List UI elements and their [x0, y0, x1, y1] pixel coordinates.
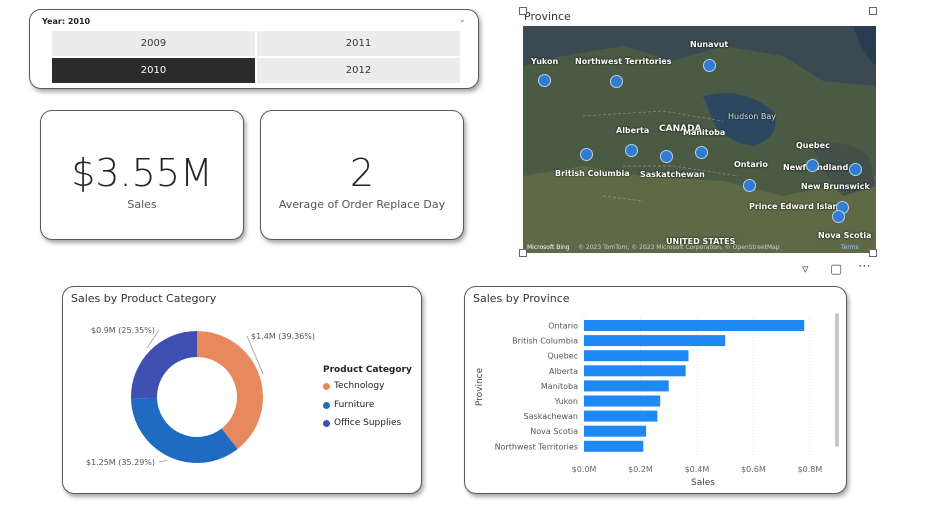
- map-label: Alberta: [616, 126, 650, 135]
- bing-logo: Microsoft Bing: [527, 244, 570, 251]
- x-tick-label: $0.0M: [572, 465, 597, 474]
- map-bubble[interactable]: [832, 210, 845, 223]
- bar[interactable]: [584, 425, 647, 437]
- focus-mode-icon[interactable]: ▢: [830, 262, 842, 277]
- y-tick-label: Manitoba: [541, 382, 578, 391]
- y-tick-label: British Columbia: [512, 337, 578, 346]
- y-tick-label: Northwest Territories: [495, 442, 578, 451]
- map-bubble[interactable]: [660, 150, 673, 163]
- donut-legend-title: Product Category: [323, 365, 412, 375]
- map-canvas[interactable]: Nunavut Yukon Northwest Territories Huds…: [523, 26, 876, 253]
- map-bubble[interactable]: [538, 74, 551, 87]
- year-slicer: Year: 2010 ⌄ 2009 2011 2010 2012: [29, 9, 479, 89]
- map-attribution: © 2023 TomTom, © 2023 Microsoft Corporat…: [578, 244, 780, 251]
- kpi-card-sales[interactable]: $3.55M Sales: [40, 110, 244, 240]
- x-axis-title: Sales: [691, 478, 715, 488]
- bar[interactable]: [584, 365, 686, 377]
- y-tick-label: Yukon: [554, 397, 578, 406]
- map-label: Quebec: [796, 141, 830, 150]
- leader-line: [158, 459, 168, 463]
- map-bubble[interactable]: [743, 179, 756, 192]
- y-tick-label: Nova Scotia: [530, 427, 578, 436]
- slicer-header: Year: 2010: [42, 17, 91, 26]
- legend-item-technology[interactable]: Technology: [323, 381, 384, 391]
- map-label: New Brunswick: [801, 182, 870, 191]
- bar[interactable]: [584, 320, 805, 331]
- filter-icon[interactable]: ▿: [802, 262, 809, 277]
- year-button-2012[interactable]: 2012: [257, 58, 460, 83]
- kpi-replace-value: 2: [349, 151, 375, 195]
- map-bubble[interactable]: [625, 144, 638, 157]
- donut-chart-card[interactable]: Sales by Product Category $1.4M (39.36%)…: [62, 286, 422, 494]
- map-label: British Columbia: [555, 169, 630, 178]
- map-label: Saskatchewan: [640, 170, 705, 179]
- bar[interactable]: [584, 440, 644, 452]
- legend-dot: [323, 419, 330, 427]
- scrollbar[interactable]: [835, 313, 839, 447]
- x-tick-label: $0.4M: [685, 465, 710, 474]
- bar[interactable]: [584, 395, 661, 407]
- kpi-card-replace-day[interactable]: 2 Average of Order Replace Day: [260, 110, 464, 240]
- legend-label: Office Supplies: [334, 418, 402, 428]
- donut-chart[interactable]: $1.4M (39.36%) $1.25M (35.29%) $0.9M (25.3…: [63, 287, 423, 495]
- resize-handle[interactable]: [869, 7, 877, 15]
- data-label: $1.25M (35.29%): [86, 458, 155, 467]
- x-tick-label: $0.2M: [628, 465, 653, 474]
- more-options-icon[interactable]: ⋯: [858, 259, 871, 274]
- kpi-sales-value: $3.55M: [71, 151, 213, 195]
- y-axis-title: Province: [475, 367, 485, 406]
- map-bubble[interactable]: [703, 59, 716, 72]
- map-terms-link[interactable]: Terms: [841, 244, 859, 251]
- x-tick-label: $0.8M: [798, 465, 823, 474]
- year-button-2010[interactable]: 2010: [52, 58, 255, 83]
- bar[interactable]: [584, 350, 689, 362]
- y-tick-label: Quebec: [547, 352, 578, 361]
- x-tick-label: $0.6M: [741, 465, 766, 474]
- y-tick-label: Alberta: [549, 367, 578, 376]
- bar[interactable]: [584, 335, 726, 347]
- bar[interactable]: [584, 410, 658, 422]
- map-label: Ontario: [734, 160, 768, 169]
- resize-handle[interactable]: [519, 7, 527, 15]
- kpi-sales-label: Sales: [127, 198, 157, 211]
- data-label: $0.9M (25.35%): [91, 326, 155, 335]
- bar[interactable]: [584, 380, 669, 392]
- map-label: Nova Scotia: [818, 231, 872, 240]
- map-label: Prince Edward Island: [749, 202, 844, 211]
- map-bubble[interactable]: [695, 146, 708, 159]
- map-bubble[interactable]: [849, 163, 862, 176]
- bar-chart-card[interactable]: Sales by Province $0.0M $0.2M $0.4M $0.6M $0…: [464, 286, 847, 494]
- legend-label: Technology: [334, 381, 385, 391]
- map-label: Nunavut: [690, 40, 729, 49]
- kpi-replace-label: Average of Order Replace Day: [278, 198, 446, 211]
- bar-chart[interactable]: $0.0M $0.2M $0.4M $0.6M $0.8M Ontario British …: [465, 287, 848, 495]
- donut-slice[interactable]: [131, 397, 238, 464]
- y-tick-label: Ontario: [548, 322, 578, 331]
- legend-item-office-supplies[interactable]: Office Supplies: [323, 418, 401, 428]
- donut-slice[interactable]: [197, 331, 263, 449]
- province-map-visual[interactable]: Province Nunavut Yukon Northwest Territo…: [519, 7, 877, 257]
- legend-dot: [323, 382, 330, 390]
- data-label: $1.4M (39.36%): [251, 332, 315, 341]
- chevron-down-icon[interactable]: ⌄: [458, 15, 466, 25]
- map-label: Manitoba: [683, 128, 726, 137]
- resize-handle[interactable]: [869, 249, 877, 257]
- map-label: Hudson Bay: [728, 112, 776, 121]
- map-bubble[interactable]: [610, 75, 623, 88]
- legend-label: Furniture: [334, 400, 375, 410]
- donut-slice[interactable]: [131, 331, 197, 399]
- map-bubble[interactable]: [580, 148, 593, 161]
- map-label: Yukon: [531, 57, 559, 66]
- legend-item-furniture[interactable]: Furniture: [323, 400, 374, 410]
- resize-handle[interactable]: [519, 249, 527, 257]
- year-button-2011[interactable]: 2011: [257, 31, 460, 56]
- year-button-2009[interactable]: 2009: [52, 31, 255, 56]
- map-bubble[interactable]: [806, 159, 819, 172]
- legend-dot: [323, 401, 330, 409]
- y-tick-label: Saskachewan: [524, 412, 578, 421]
- map-label: Northwest Territories: [575, 57, 672, 66]
- map-title: Province: [524, 10, 571, 23]
